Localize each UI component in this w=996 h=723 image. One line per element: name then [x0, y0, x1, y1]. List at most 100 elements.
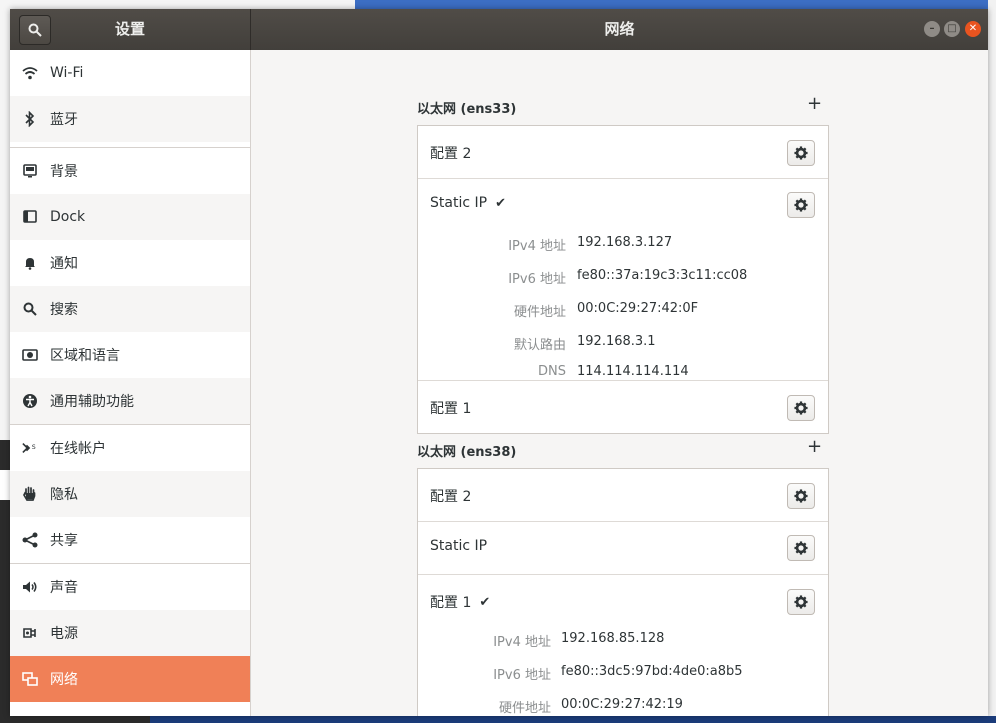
dns-key: DNS	[538, 364, 566, 379]
sidebar-item-label: 区域和语言	[50, 348, 120, 364]
background-terminal-lower	[0, 500, 10, 723]
profile-settings-button[interactable]	[787, 483, 815, 509]
taskbar-right	[150, 716, 996, 723]
add-profile-ens38-button[interactable]: +	[807, 438, 822, 456]
ethernet-ens38-title: 以太网 (ens38)	[417, 445, 517, 460]
gear-icon	[794, 401, 808, 415]
sidebar-item-label: Dock	[50, 209, 86, 225]
gear-icon	[794, 595, 808, 609]
background-window-edge	[988, 0, 996, 723]
sidebar-item-label: 通知	[50, 256, 78, 272]
profile-settings-button[interactable]	[787, 395, 815, 421]
profile-row[interactable]: 配置 1	[418, 381, 828, 433]
sidebar-item-sound[interactable]: 声音	[10, 564, 250, 610]
sidebar-item-background[interactable]: 背景	[10, 148, 250, 194]
sidebar-item-label: 背景	[50, 164, 78, 180]
sidebar-item-dock[interactable]: Dock	[10, 194, 250, 240]
sidebar-item-search[interactable]: 搜索	[10, 286, 250, 332]
check-icon: ✔	[479, 594, 491, 610]
profile-row-active[interactable]: 配置 1 ✔ IPv4 地址 192.168.85.128 IPv6 地址 fe…	[418, 575, 828, 716]
close-button[interactable]: ✕	[965, 21, 981, 37]
sidebar-item-label: Wi-Fi	[50, 65, 84, 81]
sidebar-item-label: 在线帐户	[50, 441, 106, 457]
sidebar-item-bluetooth[interactable]: 蓝牙	[10, 96, 250, 142]
titlebar: 设置 网络 – □ ✕	[10, 9, 988, 50]
page-title: 网络	[604, 20, 635, 38]
gear-icon	[794, 489, 808, 503]
ipv4-value: 192.168.85.128	[561, 631, 665, 646]
profile-name: 配置 1	[430, 595, 472, 611]
share-icon	[22, 532, 38, 548]
accessibility-icon	[22, 393, 38, 409]
sidebar-item-label: 共享	[50, 533, 78, 549]
ethernet-ens33-card: 配置 2 Static IP ✔ IPv4 地址 192.168.3.127 I…	[417, 125, 829, 434]
profile-2-label: 配置 2	[430, 489, 472, 505]
hardware-address-key: 硬件地址	[498, 701, 551, 716]
profile-1-label: 配置 1 ✔	[430, 592, 490, 612]
sidebar-item-notifications[interactable]: 通知	[10, 240, 250, 286]
minimize-button[interactable]: –	[924, 21, 940, 37]
sidebar-item-label: 搜索	[50, 302, 78, 318]
profile-settings-button[interactable]	[787, 535, 815, 561]
default-route-value: 192.168.3.1	[577, 334, 656, 349]
default-route-key: 默认路由	[513, 338, 566, 353]
ipv4-key: IPv4 地址	[493, 635, 551, 650]
sidebar-item-region[interactable]: 区域和语言	[10, 332, 250, 378]
profile-settings-button[interactable]	[787, 140, 815, 166]
power-plug-icon	[22, 625, 38, 641]
profile-1-label: 配置 1	[430, 401, 472, 417]
sidebar-item-online-accounts[interactable]: S 在线帐户	[10, 425, 250, 471]
sidebar-item-accessibility[interactable]: 通用辅助功能	[10, 378, 250, 424]
check-icon: ✔	[495, 195, 506, 211]
ethernet-ens33-title: 以太网 (ens33)	[417, 102, 517, 117]
hardware-address-value: 00:0C:29:27:42:0F	[577, 301, 699, 316]
profile-row[interactable]: Static IP	[418, 522, 828, 575]
sidebar-item-devices[interactable]	[10, 702, 250, 716]
profile-row-active[interactable]: Static IP ✔ IPv4 地址 192.168.3.127 IPv6 地…	[418, 179, 828, 381]
sidebar-item-sharing[interactable]: 共享	[10, 517, 250, 563]
sidebar-item-label: 蓝牙	[50, 112, 78, 128]
bell-icon	[22, 255, 38, 271]
bluetooth-icon	[22, 111, 38, 127]
settings-title: 设置	[114, 20, 145, 38]
profile-row[interactable]: 配置 2	[418, 469, 828, 522]
background-terminal-gap	[0, 470, 10, 500]
ipv6-key: IPv6 地址	[493, 668, 551, 683]
profile-name: Static IP	[430, 195, 488, 211]
sidebar-item-network[interactable]: 网络	[10, 656, 250, 702]
sidebar-item-label: 隐私	[50, 487, 78, 503]
network-icon	[22, 671, 38, 687]
maximize-button[interactable]: □	[944, 21, 960, 37]
sidebar-item-label: 网络	[50, 672, 78, 688]
ipv4-value: 192.168.3.127	[577, 235, 673, 250]
profile-row[interactable]: 配置 2	[418, 126, 828, 179]
sidebar-item-wifi[interactable]: Wi-Fi	[10, 50, 250, 96]
gear-icon	[794, 198, 808, 212]
search-button[interactable]	[19, 15, 51, 45]
sidebar-item-power[interactable]: 电源	[10, 610, 250, 656]
taskbar-left	[0, 716, 150, 723]
background-icon	[22, 163, 38, 179]
ipv6-value: fe80::37a:19c3:3c11:cc08	[577, 268, 748, 283]
search-icon	[28, 23, 42, 37]
region-icon	[22, 347, 38, 363]
dns-value: 114.114.114.114	[577, 364, 689, 379]
network-panel: 以太网 (ens33) + 配置 2 Static IP ✔ IPv4 地址 1…	[251, 50, 988, 716]
wifi-icon	[22, 65, 38, 81]
maximize-icon: □	[947, 23, 957, 34]
static-ip-label: Static IP	[430, 538, 488, 554]
sidebar-item-label: 电源	[50, 626, 78, 642]
sidebar-item-privacy[interactable]: 隐私	[10, 471, 250, 517]
profile-settings-button[interactable]	[787, 589, 815, 615]
profile-settings-button[interactable]	[787, 192, 815, 218]
svg-text:S: S	[32, 444, 36, 451]
sidebar: Wi-Fi 蓝牙 背景 Dock 通知 搜索 区域和语言 通用辅助功能 S 在线…	[10, 50, 251, 716]
hand-icon	[22, 486, 38, 502]
close-icon: ✕	[968, 23, 978, 34]
gear-icon	[794, 541, 808, 555]
add-profile-ens33-button[interactable]: +	[807, 95, 822, 113]
online-accounts-icon: S	[22, 440, 38, 456]
static-ip-label: Static IP ✔	[430, 195, 506, 211]
ipv6-value: fe80::3dc5:97bd:4de0:a8b5	[561, 664, 743, 679]
minimize-icon: –	[929, 23, 935, 34]
